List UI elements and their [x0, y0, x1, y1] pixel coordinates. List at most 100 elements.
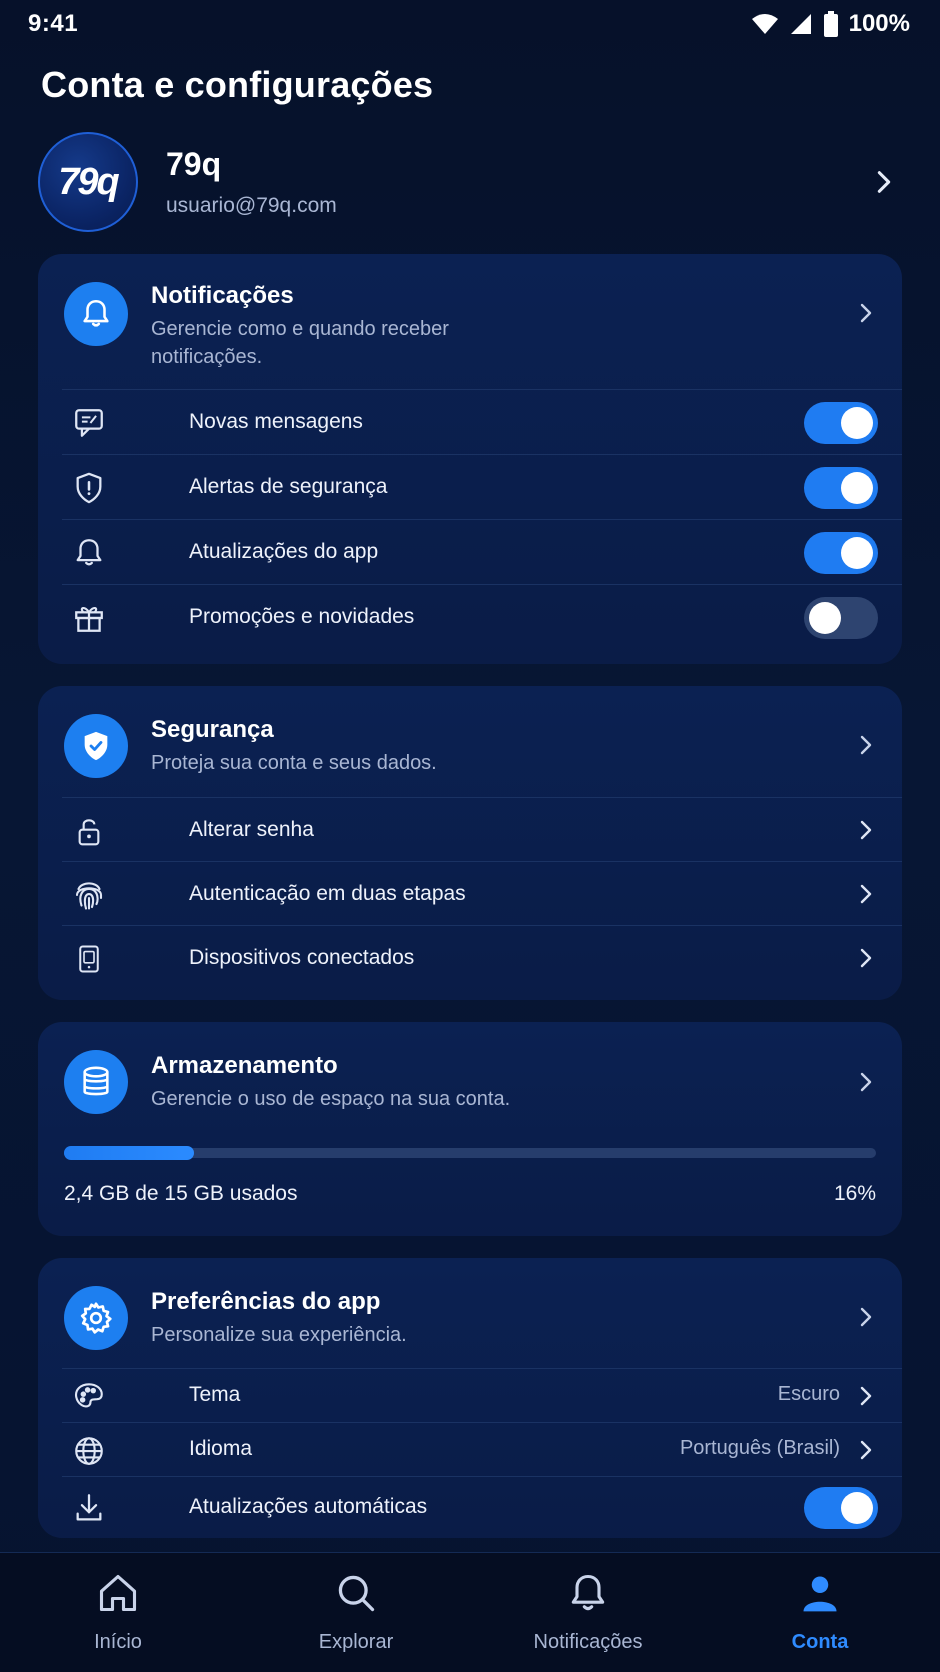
message-icon — [70, 404, 108, 442]
toggle-knob — [841, 537, 873, 569]
chevron-right-icon — [860, 1307, 872, 1327]
battery-percent: 100% — [848, 10, 910, 37]
notif-row-security[interactable]: Alertas de segurança — [62, 454, 902, 518]
pref-value-language: Português (Brasil) — [679, 1437, 840, 1459]
security-label-password: Alterar senha — [189, 818, 314, 841]
chevron-right-icon — [860, 948, 872, 968]
bell-icon — [70, 534, 108, 572]
profile-row[interactable]: 79q 79q usuario@79q.com — [38, 132, 898, 232]
gear-icon — [64, 1286, 128, 1350]
messages-toggle[interactable] — [804, 402, 878, 444]
toggle-knob — [841, 472, 873, 504]
preferences-header[interactable]: Preferências do app Personalize sua expe… — [38, 1258, 902, 1368]
toggle-knob — [841, 407, 873, 439]
notif-row-promotions[interactable]: Promoções e novidades — [62, 584, 902, 648]
profile-email: usuario@79q.com — [166, 194, 337, 217]
chevron-right-icon — [860, 1386, 872, 1406]
notifications-subtitle: Gerencie como e quando receber notificaç… — [151, 315, 449, 371]
pref-label-language: Idioma — [189, 1437, 253, 1460]
security-alerts-toggle[interactable] — [804, 467, 878, 509]
bottom-nav: Início Explorar Notificações Conta — [0, 1552, 940, 1672]
storage-used-text: 2,4 GB de 15 GB usados — [64, 1182, 298, 1205]
notifications-title: Notificações — [151, 282, 294, 309]
pref-label-auto-update: Atualizações automáticas — [189, 1495, 428, 1518]
storage-title: Armazenamento — [151, 1052, 338, 1079]
pref-row-auto-update[interactable]: Atualizações automáticas — [62, 1476, 902, 1538]
notif-label-security: Alertas de segurança — [189, 475, 388, 498]
notifications-card: Notificações Gerencie como e quando rece… — [38, 254, 902, 664]
preferences-title: Preferências do app — [151, 1288, 381, 1315]
status-bar: 9:41 100% — [0, 0, 940, 52]
user-icon — [803, 1576, 837, 1612]
nav-label-home: Início — [94, 1631, 142, 1653]
nav-item-explore[interactable]: Explorar — [266, 1571, 446, 1661]
wifi-icon — [751, 14, 778, 34]
signal-icon — [790, 14, 811, 34]
security-label-devices: Dispositivos conectados — [189, 946, 415, 969]
database-icon — [64, 1050, 128, 1114]
profile-name: 79q — [166, 146, 222, 182]
storage-percent: 16% — [833, 1182, 876, 1205]
nav-item-notifications[interactable]: Notificações — [498, 1571, 678, 1661]
storage-progress-fill — [64, 1146, 194, 1160]
toggle-knob — [841, 1492, 873, 1524]
phone-device-icon — [70, 940, 108, 978]
promotions-toggle[interactable] — [804, 597, 878, 639]
notifications-subtitle-line1: Gerencie como e quando receber — [151, 318, 449, 340]
chevron-right-icon — [860, 735, 872, 755]
security-row-password[interactable]: Alterar senha — [62, 797, 902, 861]
chevron-right-icon — [860, 884, 872, 904]
search-icon — [338, 1575, 375, 1612]
nav-item-account[interactable]: Conta — [730, 1571, 910, 1661]
shield-check-icon — [64, 714, 128, 778]
bell-icon — [64, 282, 128, 346]
chevron-right-icon — [877, 171, 891, 193]
security-row-devices[interactable]: Dispositivos conectados — [62, 925, 902, 989]
pref-label-theme: Tema — [189, 1383, 241, 1406]
pref-row-language[interactable]: Idioma Português (Brasil) — [62, 1422, 902, 1476]
app-updates-toggle[interactable] — [804, 532, 878, 574]
chevron-right-icon — [860, 1072, 872, 1092]
bell-icon — [571, 1574, 605, 1611]
home-icon — [99, 1574, 137, 1612]
notif-label-messages: Novas mensagens — [189, 410, 363, 433]
globe-icon — [70, 1432, 108, 1470]
fingerprint-icon — [70, 876, 108, 914]
status-time: 9:41 — [28, 10, 79, 37]
notif-row-updates[interactable]: Atualizações do app — [62, 519, 902, 583]
chevron-right-icon — [860, 1440, 872, 1460]
chevron-right-icon — [860, 303, 872, 323]
storage-header[interactable]: Armazenamento Gerencie o uso de espaço n… — [38, 1022, 902, 1132]
notif-row-messages[interactable]: Novas mensagens — [62, 389, 902, 453]
preferences-subtitle: Personalize sua experiência. — [151, 1324, 407, 1346]
nav-item-home[interactable]: Início — [28, 1571, 208, 1661]
page-title: Conta e configurações — [41, 64, 434, 105]
nav-label-account: Conta — [791, 1631, 849, 1653]
download-icon — [70, 1489, 108, 1527]
avatar: 79q — [38, 132, 138, 232]
chevron-right-icon — [860, 820, 872, 840]
security-header[interactable]: Segurança Proteja sua conta e seus dados… — [38, 686, 902, 797]
nav-label-explore: Explorar — [318, 1631, 394, 1653]
shield-alert-icon — [70, 469, 108, 507]
storage-card[interactable]: Armazenamento Gerencie o uso de espaço n… — [38, 1022, 902, 1236]
notif-label-updates: Atualizações do app — [189, 540, 379, 563]
status-icons: 100% — [751, 10, 910, 38]
security-row-2fa[interactable]: Autenticação em duas etapas — [62, 861, 902, 925]
battery-icon — [823, 11, 838, 37]
pref-row-theme[interactable]: Tema Escuro — [62, 1368, 902, 1422]
security-label-2fa: Autenticação em duas etapas — [189, 882, 466, 905]
palette-icon — [70, 1378, 108, 1416]
nav-label-notifications: Notificações — [533, 1631, 643, 1653]
security-card: Segurança Proteja sua conta e seus dados… — [38, 686, 902, 1000]
gift-icon — [70, 599, 108, 637]
notif-label-promotions: Promoções e novidades — [189, 605, 415, 628]
notifications-header[interactable]: Notificações Gerencie como e quando rece… — [38, 254, 902, 389]
storage-subtitle: Gerencie o uso de espaço na sua conta. — [151, 1088, 511, 1110]
preferences-card: Preferências do app Personalize sua expe… — [38, 1258, 902, 1538]
security-subtitle: Proteja sua conta e seus dados. — [151, 752, 437, 774]
notifications-subtitle-line2: notificações. — [151, 346, 263, 368]
auto-update-toggle[interactable] — [804, 1487, 878, 1529]
security-title: Segurança — [151, 716, 274, 743]
toggle-knob — [809, 602, 841, 634]
